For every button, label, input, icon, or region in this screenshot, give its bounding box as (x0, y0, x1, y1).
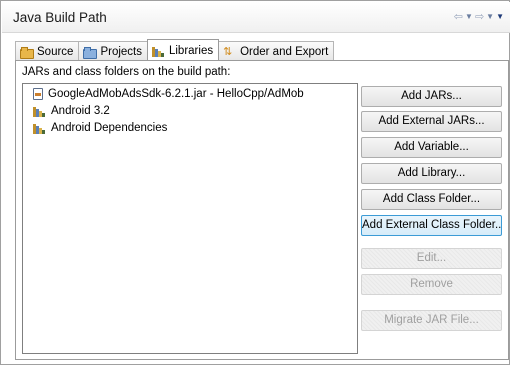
list-item[interactable]: Android 3.2 (33, 103, 110, 119)
tab-order-and-export-label: Order and Export (240, 46, 329, 58)
add-class-folder-button[interactable]: Add Class Folder... (361, 189, 502, 210)
tab-bar: Source Projects Libraries ⇅ Order and Ex… (15, 39, 335, 60)
add-library-button[interactable]: Add Library... (361, 163, 502, 184)
tab-source[interactable]: Source (15, 41, 80, 60)
page-title: Java Build Path (13, 10, 107, 25)
tab-projects[interactable]: Projects (78, 41, 148, 60)
source-folder-icon (20, 46, 34, 59)
migrate-jar-button[interactable]: Migrate JAR File... (361, 310, 502, 331)
tab-libraries[interactable]: Libraries (146, 39, 220, 60)
back-arrow-icon[interactable]: ⇦ (454, 11, 463, 23)
tab-order-and-export[interactable]: ⇅ Order and Export (218, 41, 335, 60)
list-item[interactable]: Android Dependencies (33, 120, 167, 136)
view-menu-icon[interactable]: ▼ (496, 11, 504, 23)
build-path-entries-list[interactable]: GoogleAdMobAdsSdk-6.2.1.jar - HelloCpp/A… (22, 83, 358, 354)
library-icon (33, 106, 46, 117)
tab-projects-label: Projects (100, 46, 142, 58)
jar-icon (33, 88, 43, 100)
navigation-controls: ⇦ ▼ ⇨ ▼ ▼ (454, 11, 504, 23)
order-export-icon: ⇅ (223, 45, 233, 58)
projects-folder-icon (83, 46, 98, 59)
list-item-label: Android Dependencies (51, 122, 168, 134)
list-item-label: GoogleAdMobAdsSdk-6.2.1.jar - HelloCpp/A… (48, 88, 304, 100)
list-item-label: Android 3.2 (51, 105, 110, 117)
libraries-panel: JARs and class folders on the build path… (15, 60, 509, 360)
add-jars-button[interactable]: Add JARs... (361, 86, 502, 107)
forward-arrow-icon[interactable]: ⇨ (475, 11, 484, 23)
list-item[interactable]: GoogleAdMobAdsSdk-6.2.1.jar - HelloCpp/A… (33, 86, 304, 102)
add-external-jars-button[interactable]: Add External JARs... (361, 111, 502, 132)
forward-history-dropdown-icon[interactable]: ▼ (486, 11, 494, 23)
edit-button[interactable]: Edit... (361, 248, 502, 269)
library-icon (33, 123, 46, 134)
page-header: Java Build Path ⇦ ▼ ⇨ ▼ ▼ (2, 2, 510, 33)
java-build-path-page: Java Build Path ⇦ ▼ ⇨ ▼ ▼ Source Project… (0, 0, 510, 365)
add-external-class-folder-button[interactable]: Add External Class Folder... (361, 215, 502, 236)
tab-source-label: Source (37, 46, 74, 58)
tab-libraries-label: Libraries (168, 45, 214, 57)
remove-button[interactable]: Remove (361, 274, 502, 295)
back-history-dropdown-icon[interactable]: ▼ (465, 11, 473, 23)
add-variable-button[interactable]: Add Variable... (361, 137, 502, 158)
build-path-label: JARs and class folders on the build path… (22, 66, 231, 78)
libraries-icon (151, 46, 165, 57)
